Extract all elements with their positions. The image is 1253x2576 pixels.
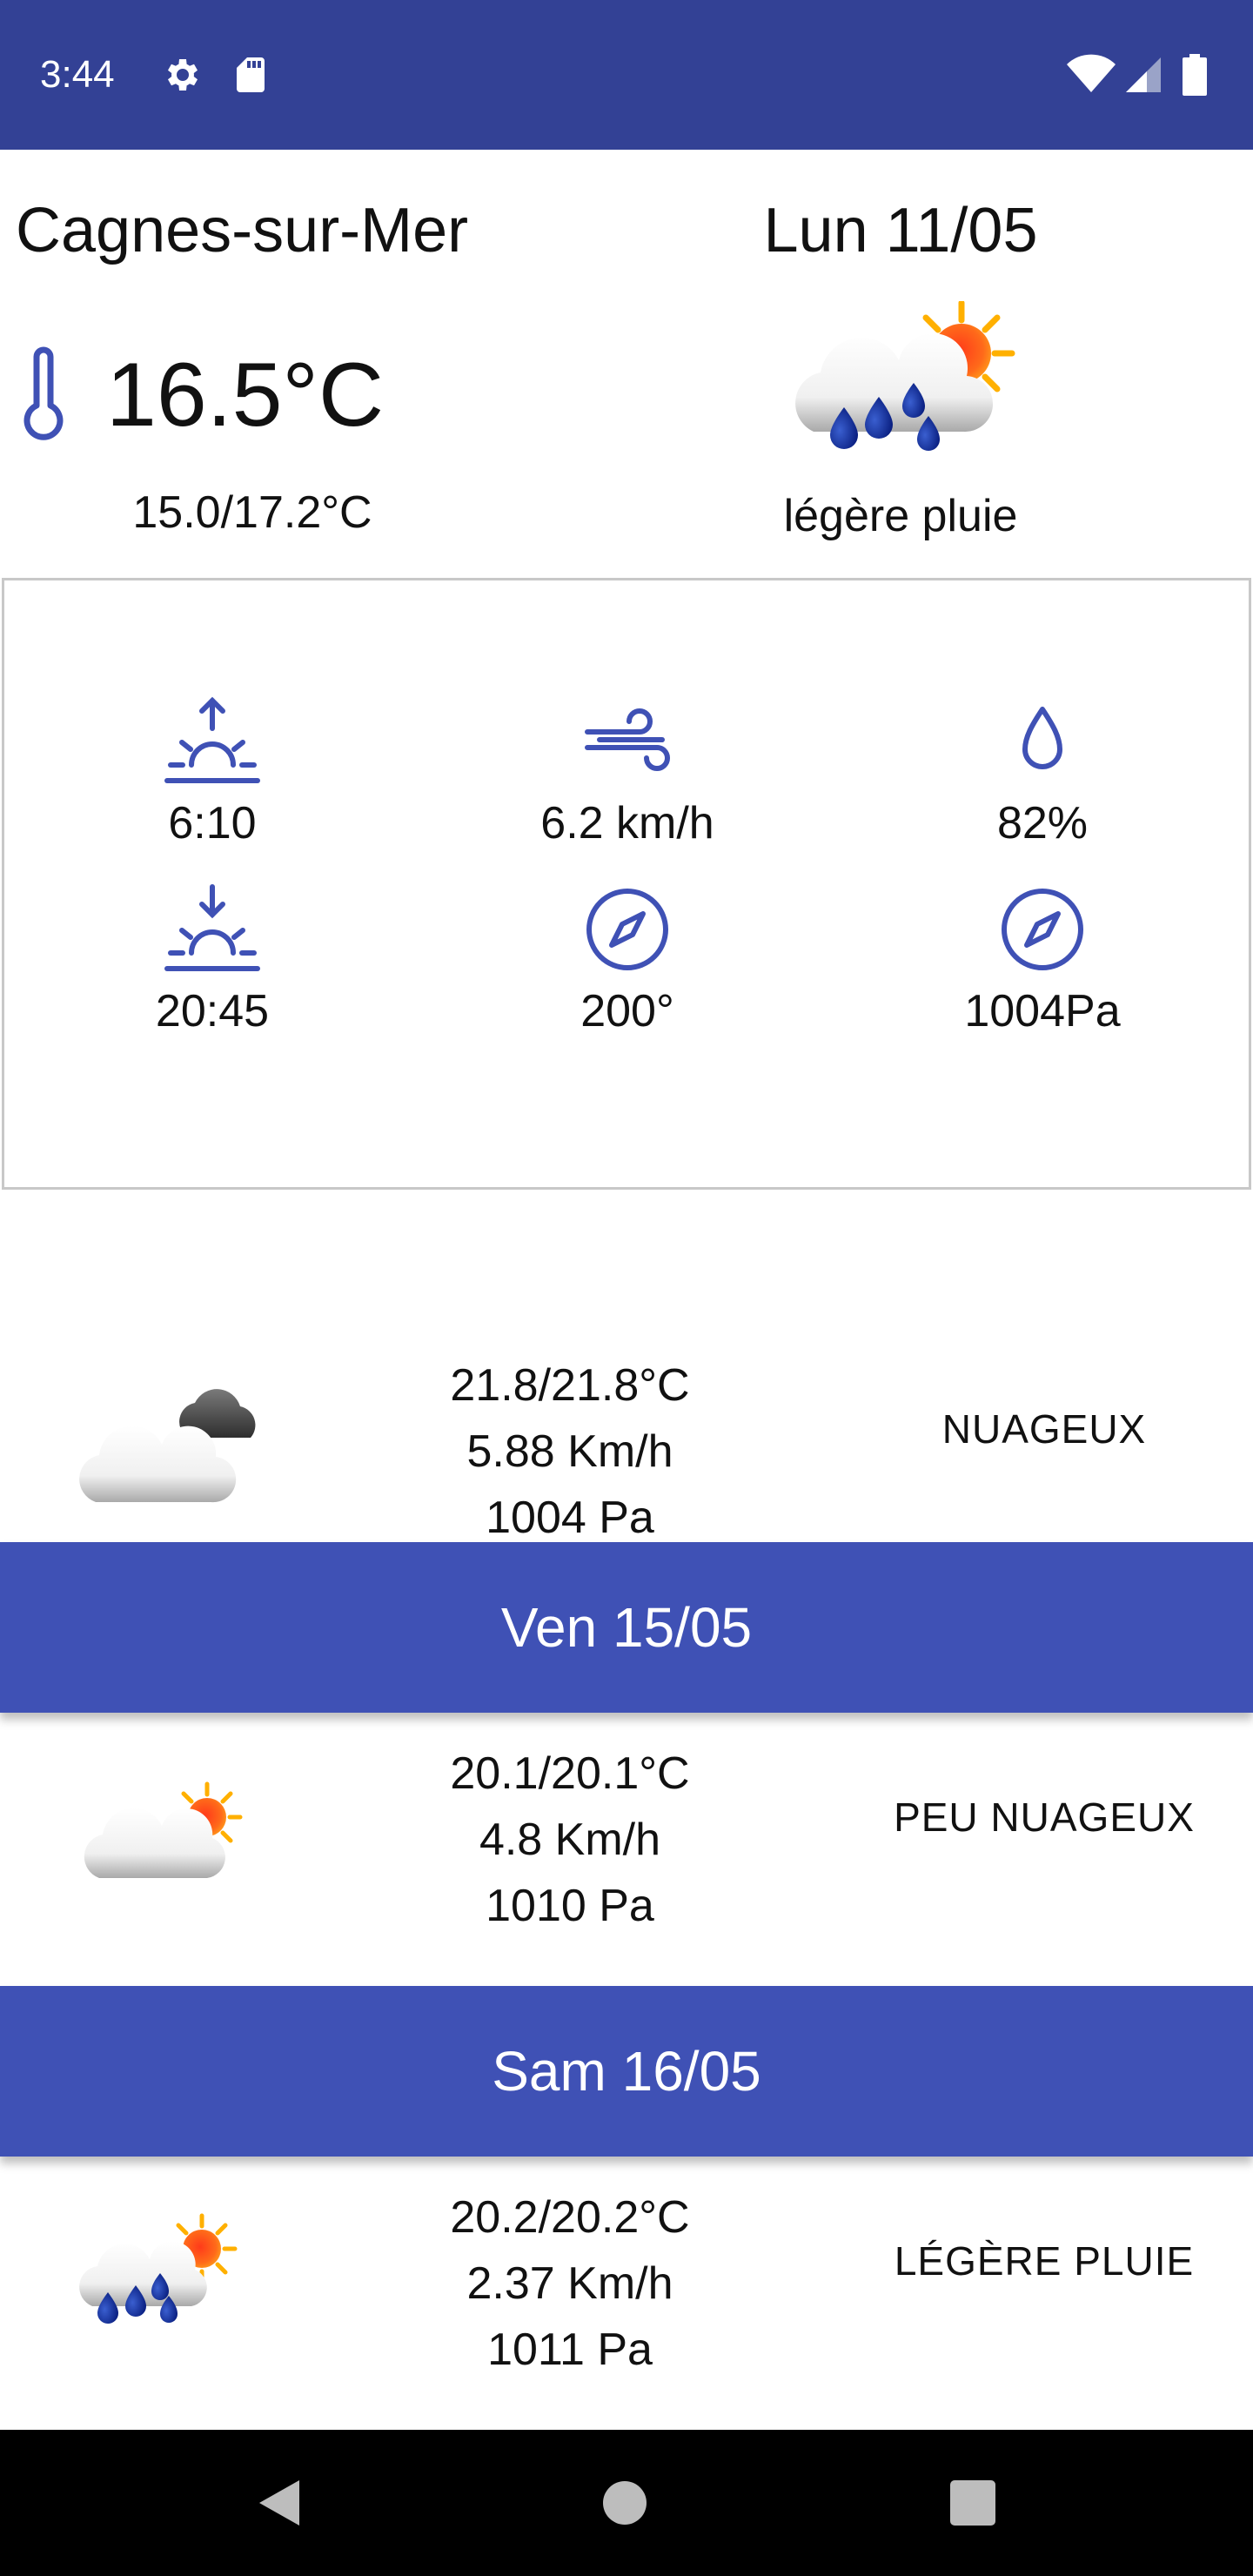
wind-direction-detail: 200° (497, 882, 758, 1038)
day-header: Ven 15/05 (0, 1542, 1253, 1713)
forecast-wind: 2.37 Km/h (466, 2258, 673, 2309)
humidity-value: 82% (996, 798, 1089, 849)
pressure-detail: 1004Pa (912, 882, 1173, 1038)
forecast-item[interactable]: 20.1/20.1°C 4.8 Km/h 1010 Pa PEU NUAGEUX (0, 1713, 1253, 1931)
forecast-item[interactable]: 21.8/21.8°C 5.88 Km/h 1004 Pa NUAGEUX (0, 1325, 1253, 1543)
day-header: Sam 16/05 (0, 1986, 1253, 2157)
forecast-pressure: 1010 Pa (486, 1881, 654, 1931)
sunrise-value: 6:10 (168, 798, 257, 849)
home-icon[interactable] (590, 2468, 660, 2538)
forecast-item[interactable]: 20.2/20.2°C 2.37 Km/h 1011 Pa LÉGÈRE PLU… (0, 2157, 1253, 2375)
gear-icon (168, 59, 198, 91)
back-icon[interactable] (245, 2468, 315, 2538)
sunset-icon (164, 884, 260, 971)
forecast-description: LÉGÈRE PLUIE (894, 2238, 1195, 2284)
details-card: 6:10 6.2 km/h 82% 20:45 200° 1004Pa (2, 578, 1251, 1190)
sunrise-detail: 6:10 (82, 694, 343, 850)
forecast-wind: 4.8 Km/h (479, 1815, 661, 1865)
forecast-description: NUAGEUX (941, 1406, 1147, 1452)
wind-icon (585, 708, 670, 771)
recents-icon[interactable] (938, 2468, 1008, 2538)
forecast-stats: 20.2/20.2°C 2.37 Km/h 1011 Pa (348, 2184, 792, 2383)
forecast-pressure: 1004 Pa (486, 1493, 654, 1543)
status-bar: 3:44 (0, 0, 1253, 150)
current-date: Lun 11/05 (763, 196, 1038, 265)
wind-direction-value: 200° (580, 986, 674, 1036)
compass-icon (1002, 889, 1083, 970)
forecast-stats: 20.1/20.1°C 4.8 Km/h 1010 Pa (348, 1741, 792, 1939)
current-temperature: 16.5°C (106, 345, 385, 446)
humidity-icon (1022, 707, 1062, 769)
pressure-value: 1004Pa (964, 986, 1121, 1036)
wind-speed-value: 6.2 km/h (540, 798, 714, 849)
forecast-temperature: 20.2/20.2°C (450, 2192, 690, 2243)
temperature-min-max: 15.0/17.2°C (132, 487, 372, 538)
forecast-description: PEU NUAGEUX (894, 1794, 1195, 1840)
cloudy-icon (79, 1389, 256, 1503)
light-rain-sun-icon (79, 2213, 238, 2324)
sd-card-icon (237, 57, 265, 92)
sunset-value: 20:45 (155, 986, 270, 1036)
current-description: légère pluie (783, 491, 1018, 541)
forecast-stats: 21.8/21.8°C 5.88 Km/h 1004 Pa (348, 1352, 792, 1551)
wind-speed-detail: 6.2 km/h (497, 694, 758, 850)
signal-icon (1126, 57, 1161, 92)
sunset-detail: 20:45 (82, 882, 343, 1038)
city-name: Cagnes-sur-Mer (16, 196, 469, 265)
forecast-pressure: 1011 Pa (487, 2324, 653, 2375)
compass-icon (586, 889, 668, 970)
wifi-icon (1067, 54, 1116, 92)
battery-icon (1183, 54, 1207, 96)
partly-cloudy-icon (84, 1781, 243, 1878)
sunrise-icon (164, 696, 260, 783)
light-rain-sun-icon (795, 301, 1015, 451)
humidity-detail: 82% (912, 694, 1173, 850)
forecast-temperature: 20.1/20.1°C (450, 1748, 690, 1799)
navigation-bar (0, 2430, 1253, 2576)
status-time: 3:44 (40, 53, 115, 96)
forecast-wind: 5.88 Km/h (466, 1426, 673, 1477)
forecast-temperature: 21.8/21.8°C (450, 1360, 690, 1411)
thermometer-icon (23, 346, 64, 440)
